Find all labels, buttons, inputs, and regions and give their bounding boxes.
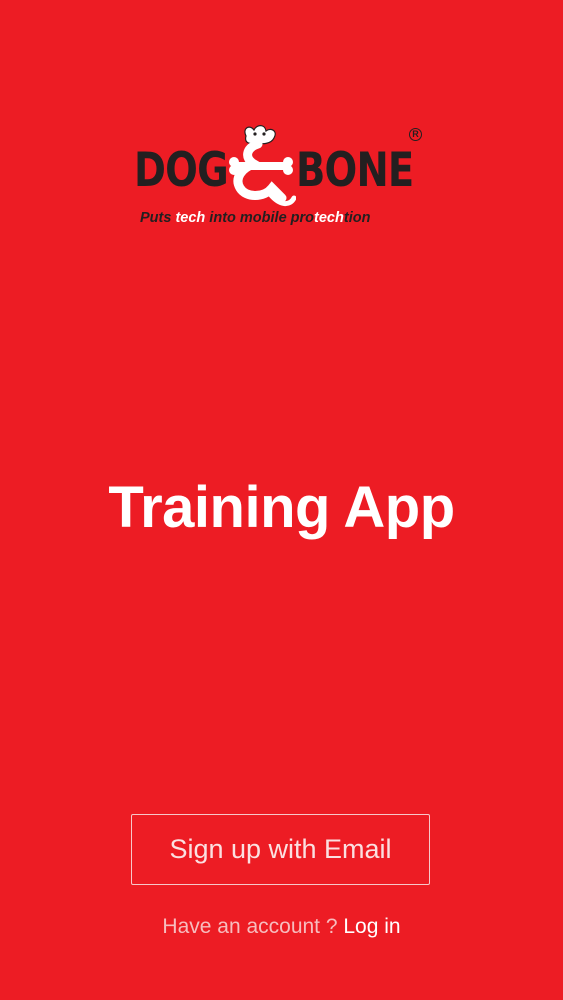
signup-email-button[interactable]: Sign up with Email: [131, 814, 430, 885]
dog-and-bone-logo: DOG BONE R Puts tech into mobile protech…: [134, 122, 428, 232]
tagline-part: tion: [343, 210, 371, 226]
splash-screen: DOG BONE R Puts tech into mobile protech…: [0, 0, 563, 1000]
tagline-highlight: tech: [175, 210, 206, 226]
logo-word-dog: DOG: [134, 143, 229, 198]
login-prompt-text: Have an account ?: [162, 915, 344, 938]
login-prompt-line: Have an account ? Log in: [0, 912, 563, 942]
brand-tagline: Puts tech into mobile protechtion: [140, 210, 370, 226]
dog-bone-ampersand-icon: [229, 125, 296, 206]
app-title: Training App: [108, 475, 455, 540]
tagline-part: Puts: [140, 210, 176, 226]
logo-word-bone: BONE: [296, 143, 414, 198]
registered-mark: R: [409, 128, 422, 141]
tagline-highlight: tech: [314, 210, 344, 226]
login-link[interactable]: Log in: [343, 915, 400, 938]
tagline-part: into mobile pro: [205, 210, 315, 226]
